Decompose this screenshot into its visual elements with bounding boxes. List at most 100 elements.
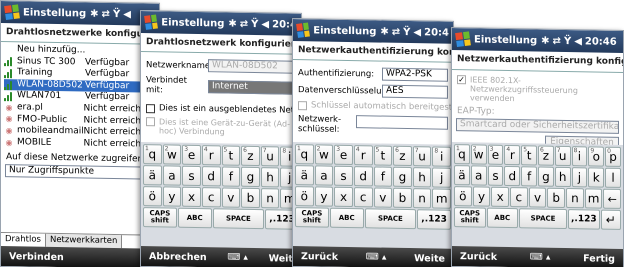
key[interactable]: m — [584, 188, 603, 209]
abc-toggle-key[interactable]: ABC — [329, 207, 364, 229]
keyboard-icon[interactable]: ⌨ ▴ — [227, 253, 248, 263]
caps-shift-key[interactable]: CAPS shift — [454, 207, 486, 228]
windows-start-icon[interactable] — [455, 31, 471, 48]
key[interactable]: 6z — [393, 145, 412, 167]
key[interactable]: 3e — [182, 144, 201, 166]
symbols-key[interactable]: ,.123 — [568, 209, 600, 230]
connect-to-dropdown[interactable]: Internet — [208, 79, 296, 95]
key[interactable]: n — [412, 188, 432, 209]
key[interactable]: 5t — [373, 145, 393, 166]
network-name-field[interactable]: WLAN-08D502 — [208, 59, 296, 74]
windows-start-icon[interactable] — [4, 4, 20, 21]
key[interactable]: 8i — [571, 146, 588, 167]
back-softkey[interactable]: Zurück — [301, 251, 338, 263]
key[interactable]: a — [470, 165, 487, 186]
key[interactable]: 7u — [554, 145, 571, 167]
windows-start-icon[interactable] — [144, 14, 159, 30]
key[interactable]: d — [201, 166, 221, 187]
key[interactable]: y — [314, 186, 334, 207]
key[interactable]: b — [241, 187, 260, 209]
key[interactable]: x — [491, 186, 510, 208]
caps-shift-key[interactable]: CAPS shift — [295, 207, 329, 228]
key[interactable]: ä — [295, 165, 314, 186]
key[interactable]: ä — [454, 165, 470, 186]
key[interactable]: c — [201, 187, 221, 208]
space-key[interactable]: SPACE — [212, 208, 265, 230]
key[interactable]: l — [605, 167, 621, 188]
key[interactable]: b — [547, 187, 566, 208]
key[interactable]: 4r — [201, 145, 221, 166]
key[interactable]: 3e — [334, 144, 353, 166]
key[interactable]: f — [221, 166, 241, 187]
adhoc-checkbox[interactable] — [146, 117, 155, 127]
key[interactable]: v — [528, 187, 547, 208]
done-softkey[interactable]: Fertig — [583, 253, 615, 265]
key[interactable]: a — [162, 165, 182, 186]
key[interactable]: b — [393, 187, 412, 209]
key[interactable]: 8i — [432, 146, 451, 167]
windows-start-icon[interactable] — [296, 22, 311, 38]
cancel-softkey[interactable]: Abbrechen — [149, 251, 207, 263]
key[interactable]: h — [260, 167, 280, 188]
back-softkey[interactable]: Zurück — [460, 251, 497, 263]
space-key[interactable]: SPACE — [364, 208, 417, 230]
key[interactable]: y — [472, 186, 491, 207]
auto-key-checkbox[interactable] — [298, 100, 307, 110]
key[interactable]: s — [334, 165, 353, 187]
key[interactable]: 5t — [221, 145, 241, 166]
key[interactable]: c — [510, 187, 528, 208]
key[interactable]: ö — [454, 186, 472, 207]
key[interactable]: 0p — [605, 146, 621, 167]
key[interactable]: 2w — [314, 144, 334, 165]
key[interactable]: 3e — [487, 144, 504, 165]
list-item[interactable]: ◉ MOBILE Nicht erreichbar — [4, 137, 157, 151]
key[interactable]: f — [521, 166, 537, 187]
key[interactable]: 5t — [521, 145, 537, 166]
key[interactable]: h — [412, 167, 432, 188]
abc-toggle-key[interactable]: ABC — [177, 207, 212, 229]
key[interactable]: a — [314, 165, 334, 186]
key[interactable]: j — [571, 167, 588, 188]
key[interactable]: 1q — [143, 144, 162, 165]
abc-toggle-key[interactable]: ABC — [486, 207, 518, 229]
key[interactable]: c — [353, 187, 373, 208]
key[interactable]: n — [260, 188, 280, 209]
keyboard-icon[interactable]: ⌨ ▴ — [366, 252, 387, 262]
key[interactable]: s — [182, 165, 201, 187]
key[interactable]: j — [432, 167, 451, 188]
key[interactable]: ö — [143, 186, 162, 207]
key[interactable]: 1q — [454, 144, 470, 165]
hidden-network-checkbox[interactable] — [146, 103, 155, 113]
key[interactable]: ö — [295, 186, 314, 207]
key[interactable]: m — [432, 188, 451, 209]
key[interactable]: g — [537, 166, 554, 187]
key[interactable]: v — [373, 187, 393, 208]
encryption-dropdown[interactable]: AES — [382, 84, 448, 99]
key[interactable]: 1q — [295, 144, 314, 165]
key[interactable]: 4r — [353, 145, 373, 166]
connect-softkey[interactable]: Verbinden — [9, 251, 64, 263]
key[interactable]: ä — [143, 165, 162, 186]
key[interactable]: 2w — [470, 144, 487, 165]
key[interactable]: 6z — [537, 145, 554, 166]
tab-drahtlos[interactable]: Drahtlos — [1, 233, 46, 247]
key[interactable]: 2w — [162, 144, 182, 165]
caps-shift-key[interactable]: CAPS shift — [143, 207, 177, 228]
auth-dropdown[interactable]: WPA2-PSK — [382, 67, 448, 82]
key[interactable]: d — [353, 166, 373, 187]
key[interactable]: 6z — [241, 145, 260, 167]
keyboard-icon[interactable]: ⌨ ▴ — [530, 252, 551, 262]
key[interactable]: n — [566, 188, 584, 209]
key[interactable]: x — [182, 186, 201, 208]
network-key-input[interactable] — [356, 115, 448, 130]
key[interactable]: 4r — [504, 144, 521, 166]
enter-key[interactable]: ↵ — [600, 209, 622, 230]
access-dropdown[interactable]: Nur Zugriffspunkte — [5, 164, 155, 181]
key[interactable]: g — [393, 166, 412, 188]
space-key[interactable]: SPACE — [519, 208, 568, 230]
backspace-key[interactable]: ← — [603, 188, 622, 209]
next-softkey[interactable]: Weite — [414, 253, 445, 265]
key[interactable]: 7u — [412, 146, 432, 167]
key[interactable]: h — [554, 166, 571, 188]
key[interactable]: 7u — [260, 146, 280, 167]
